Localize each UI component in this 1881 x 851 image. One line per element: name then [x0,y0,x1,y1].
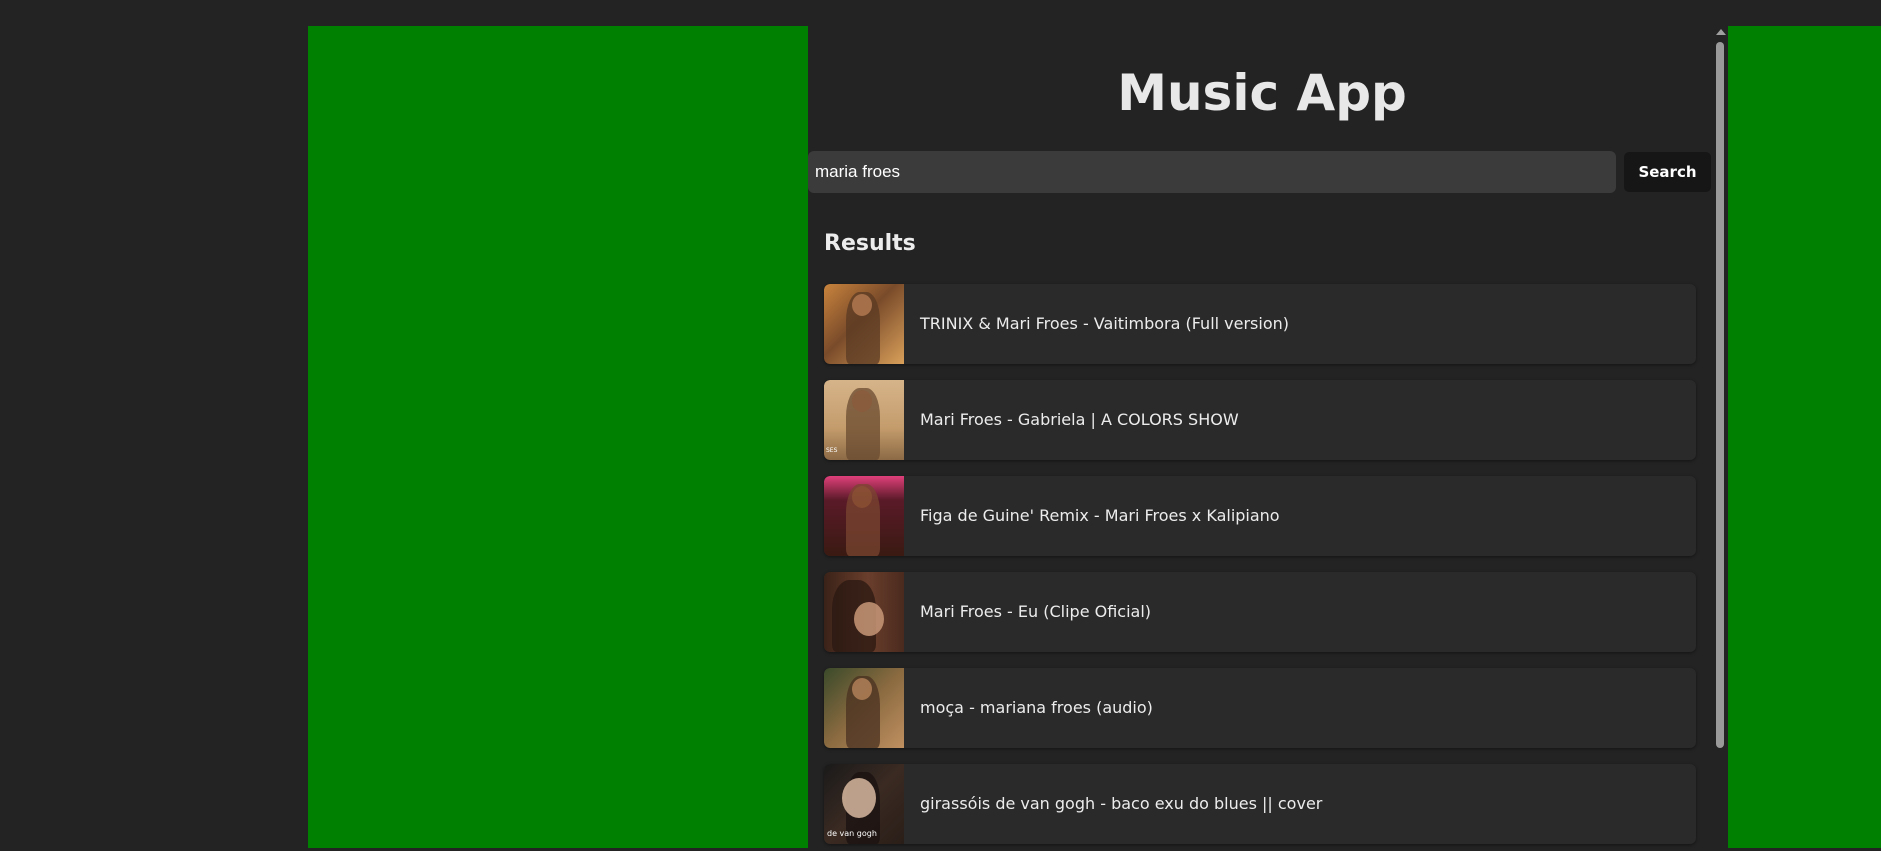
app-title: Music App [1117,64,1407,122]
music-app-panel: Music App Search Results TRINIX & Mari F… [808,26,1716,851]
results-heading: Results [824,231,916,256]
results-list: TRINIX & Mari Froes - Vaitimbora (Full v… [824,284,1696,851]
result-title: moça - mariana froes (audio) [920,698,1153,717]
thumbnail-caption: SES [826,447,838,454]
result-thumbnail [824,668,904,748]
thumbnail-face [852,294,872,316]
result-item[interactable]: de van gogh girassóis de van gogh - baco… [824,764,1696,844]
thumbnail-face [842,778,876,818]
thumbnail-face [852,390,872,412]
search-input[interactable] [808,151,1616,193]
thumbnail-face [852,678,872,700]
vertical-scrollbar[interactable] [1713,26,1728,851]
result-title: TRINIX & Mari Froes - Vaitimbora (Full v… [920,314,1290,333]
right-green-panel [1728,26,1881,848]
result-item[interactable]: Mari Froes - Eu (Clipe Oficial) [824,572,1696,652]
scroll-up-arrow-icon[interactable] [1716,29,1726,35]
page: Music App Search Results TRINIX & Mari F… [0,0,1881,851]
scrollbar-thumb[interactable] [1716,42,1724,748]
result-title: Mari Froes - Eu (Clipe Oficial) [920,602,1152,621]
result-thumbnail: SES [824,380,904,460]
result-item[interactable]: Figa de Guine' Remix - Mari Froes x Kali… [824,476,1696,556]
result-title: Mari Froes - Gabriela | A COLORS SHOW [920,410,1239,429]
result-title: Figa de Guine' Remix - Mari Froes x Kali… [920,506,1280,525]
thumbnail-caption: de van gogh [827,829,877,838]
result-item[interactable]: moça - mariana froes (audio) [824,668,1696,748]
result-thumbnail [824,572,904,652]
result-item[interactable]: TRINIX & Mari Froes - Vaitimbora (Full v… [824,284,1696,364]
search-button[interactable]: Search [1624,152,1711,192]
result-item[interactable]: SES Mari Froes - Gabriela | A COLORS SHO… [824,380,1696,460]
result-thumbnail [824,476,904,556]
result-thumbnail [824,284,904,364]
result-title: girassóis de van gogh - baco exu do blue… [920,794,1323,813]
thumbnail-face [854,602,884,636]
result-thumbnail: de van gogh [824,764,904,844]
left-green-panel [308,26,808,848]
thumbnail-face [852,486,872,508]
